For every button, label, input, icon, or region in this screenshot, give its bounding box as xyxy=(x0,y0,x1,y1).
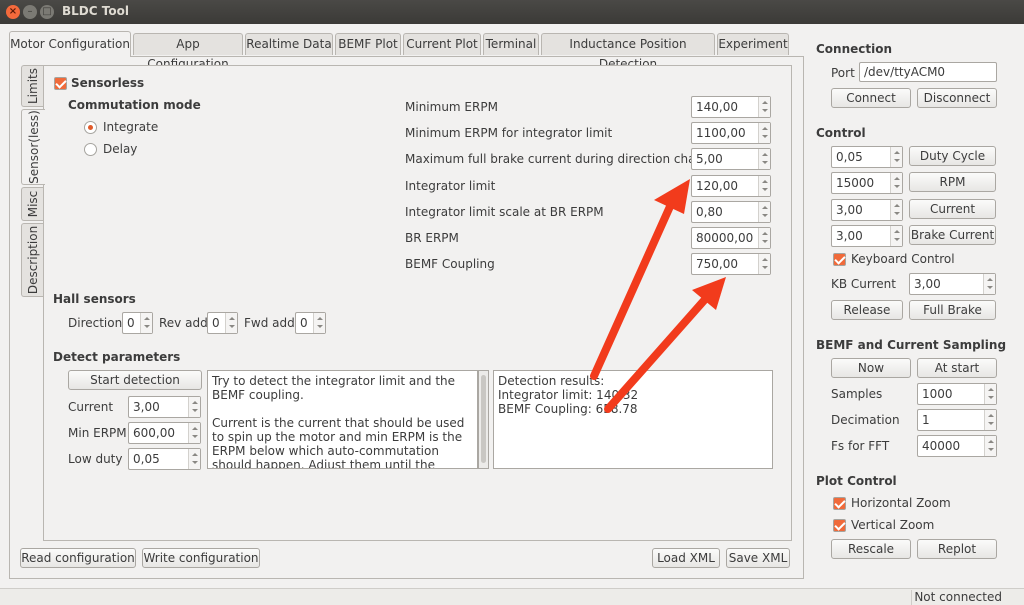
vertical-zoom-label: Vertical Zoom xyxy=(851,518,935,532)
spin-arrows-icon[interactable] xyxy=(983,274,995,294)
keyboard-control-checkbox[interactable] xyxy=(833,253,846,266)
spin-arrows-icon[interactable] xyxy=(890,147,902,167)
horizontal-zoom-label: Horizontal Zoom xyxy=(851,496,951,510)
disconnect-button[interactable]: Disconnect xyxy=(917,88,997,108)
bemf-sampling-title: BEMF and Current Sampling xyxy=(816,338,1007,352)
fs-for-fft-spinbox[interactable]: 40000 xyxy=(917,435,997,457)
replot-button[interactable]: Replot xyxy=(917,539,997,559)
tab-motor-configuration[interactable]: Motor Configuration xyxy=(9,31,131,57)
spinbox-value: 3,00 xyxy=(836,203,863,217)
samples-label: Samples xyxy=(831,387,883,401)
status-text: Not connected xyxy=(911,590,1004,605)
plot-control-title: Plot Control xyxy=(816,474,897,488)
kb-current-spinbox[interactable]: 3,00 xyxy=(909,273,996,295)
samples-spinbox[interactable]: 1000 xyxy=(917,383,997,405)
spin-arrows-icon[interactable] xyxy=(890,226,902,246)
spinbox-value: 3,00 xyxy=(836,229,863,243)
connection-title: Connection xyxy=(816,42,893,56)
connect-button[interactable]: Connect xyxy=(831,88,911,108)
sample-at-start-button[interactable]: At start xyxy=(917,358,997,378)
duty-cycle-spinbox[interactable]: 0,05 xyxy=(831,146,903,168)
rpm-button[interactable]: RPM xyxy=(909,172,996,192)
spinbox-value: 1 xyxy=(922,413,930,427)
brake-current-button[interactable]: Brake Current xyxy=(909,225,996,245)
side-tab-label: Sensor(less) xyxy=(26,110,41,184)
current-spinbox[interactable]: 3,00 xyxy=(831,199,903,221)
keyboard-control-label: Keyboard Control xyxy=(851,252,955,266)
sample-now-button[interactable]: Now xyxy=(831,358,911,378)
full-brake-button[interactable]: Full Brake xyxy=(909,300,996,320)
status-bar: Not connected xyxy=(0,588,1024,605)
release-button[interactable]: Release xyxy=(831,300,903,320)
duty-cycle-button[interactable]: Duty Cycle xyxy=(909,146,996,166)
control-title: Control xyxy=(816,126,866,140)
fs-for-fft-label: Fs for FFT xyxy=(831,439,890,453)
spinbox-value: 0,05 xyxy=(836,150,863,164)
horizontal-zoom-checkbox[interactable] xyxy=(833,497,846,510)
decimation-spinbox[interactable]: 1 xyxy=(917,409,997,431)
spin-arrows-icon[interactable] xyxy=(984,436,996,456)
rpm-spinbox[interactable]: 15000 xyxy=(831,172,903,194)
decimation-label: Decimation xyxy=(831,413,900,427)
port-input[interactable]: /dev/ttyACM0 xyxy=(859,62,997,82)
brake-current-spinbox[interactable]: 3,00 xyxy=(831,225,903,247)
rescale-button[interactable]: Rescale xyxy=(831,539,911,559)
spin-arrows-icon[interactable] xyxy=(890,173,902,193)
spin-arrows-icon[interactable] xyxy=(890,200,902,220)
vertical-zoom-checkbox[interactable] xyxy=(833,519,846,532)
spinbox-value: 1000 xyxy=(922,387,953,401)
current-button[interactable]: Current xyxy=(909,199,996,219)
spin-arrows-icon[interactable] xyxy=(984,384,996,404)
side-tab-sensorless[interactable]: Sensor(less) xyxy=(21,109,45,185)
port-label: Port xyxy=(831,66,855,80)
spinbox-value: 15000 xyxy=(836,176,875,190)
spinbox-value: 3,00 xyxy=(914,277,941,291)
kb-current-label: KB Current xyxy=(831,277,896,291)
spin-arrows-icon[interactable] xyxy=(984,410,996,430)
spinbox-value: 40000 xyxy=(922,439,961,453)
